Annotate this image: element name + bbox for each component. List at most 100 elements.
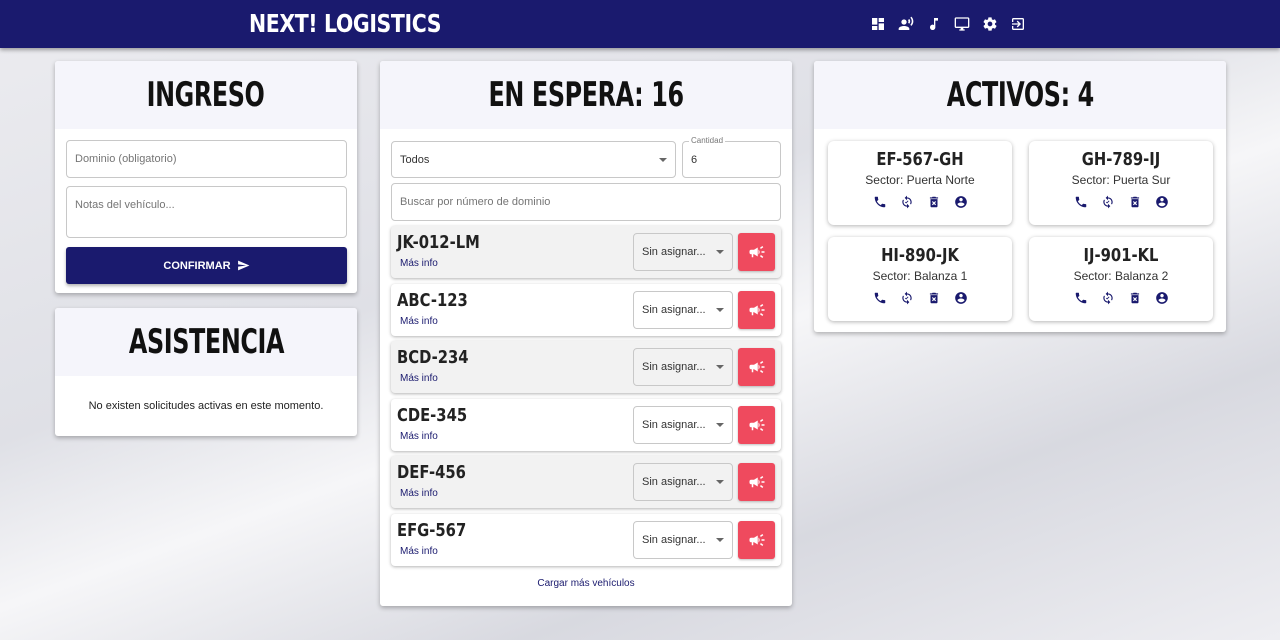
assign-select-value: Sin asignar... (642, 534, 706, 546)
call-vehicle-button[interactable] (738, 290, 775, 329)
assign-sector-select[interactable]: Sin asignar... (633, 405, 733, 444)
domain-input[interactable] (66, 140, 347, 178)
filter-select[interactable]: Todos (391, 141, 676, 178)
load-more-link[interactable]: Cargar más vehículos (380, 578, 792, 589)
asistencia-title: ASISTENCIA (128, 322, 284, 362)
vehicle-plate: BCD-234 (397, 347, 469, 369)
call-vehicle-button[interactable] (738, 521, 775, 559)
vehicle-notes-input[interactable] (66, 186, 347, 238)
account-icon[interactable] (953, 290, 969, 306)
active-vehicle-card: EF-567-GH Sector: Puerta Norte (828, 141, 1012, 225)
monitor-icon[interactable] (952, 14, 971, 34)
vehicle-plate: JK-012-LM (397, 232, 480, 253)
gear-icon[interactable] (980, 14, 999, 34)
active-vehicle-sector: Sector: Balanza 2 (1073, 269, 1169, 283)
more-info-link[interactable]: Más info (400, 373, 438, 384)
active-vehicle-sector: Sector: Puerta Norte (865, 173, 975, 187)
assign-sector-select[interactable]: Sin asignar... (633, 521, 733, 559)
reassign-icon[interactable] (899, 290, 915, 306)
more-info-link[interactable]: Más info (400, 316, 438, 327)
reassign-icon[interactable] (1100, 194, 1116, 210)
active-vehicle-actions (828, 194, 1012, 210)
assign-sector-select[interactable]: Sin asignar... (633, 348, 733, 387)
asistencia-card: ASISTENCIA No existen solicitudes activa… (55, 308, 357, 436)
vehicle-plate: DEF-456 (397, 462, 466, 484)
phone-icon[interactable] (1073, 290, 1089, 306)
assign-select-value: Sin asignar... (642, 418, 706, 431)
assign-select-value: Sin asignar... (642, 476, 706, 489)
active-vehicle-actions (1029, 290, 1213, 306)
assign-sector-select[interactable]: Sin asignar... (633, 233, 733, 271)
call-vehicle-button[interactable] (738, 233, 775, 271)
activos-header: ACTIVOS: 4 (814, 61, 1226, 129)
assign-sector-select[interactable]: Sin asignar... (633, 290, 733, 329)
phone-icon[interactable] (872, 290, 888, 306)
megaphone-icon (748, 301, 766, 319)
active-vehicle-card: GH-789-IJ Sector: Puerta Sur (1029, 141, 1213, 225)
call-vehicle-button[interactable] (738, 463, 775, 502)
active-vehicle-plate: IJ-901-KL (1083, 245, 1159, 266)
quantity-field[interactable]: 6 (682, 141, 781, 178)
trash-icon[interactable] (1127, 194, 1143, 210)
megaphone-icon (748, 243, 766, 261)
music-note-icon[interactable] (924, 14, 943, 34)
vehicle-plate: ABC-123 (397, 289, 468, 311)
nav-icons (868, 14, 1027, 34)
trash-icon[interactable] (926, 290, 942, 306)
chevron-down-icon (716, 365, 724, 370)
confirm-button[interactable]: CONFIRMAR (66, 247, 347, 284)
active-vehicle-sector: Sector: Puerta Sur (1071, 173, 1171, 187)
dashboard-icon[interactable] (868, 14, 887, 34)
active-vehicle-actions (828, 290, 1012, 306)
record-voice-icon[interactable] (896, 14, 915, 34)
chevron-down-icon (716, 307, 724, 312)
activos-title: ACTIVOS: 4 (946, 75, 1094, 115)
brand-logo[interactable]: NEXT! LOGISTICS (249, 6, 441, 42)
assign-sector-select[interactable]: Sin asignar... (633, 463, 733, 502)
account-icon[interactable] (953, 194, 969, 210)
phone-icon[interactable] (872, 194, 888, 210)
waiting-vehicle-row: DEF-456 Más info Sin asignar... (391, 456, 781, 509)
en-espera-title: EN ESPERA: 16 (488, 75, 684, 115)
waiting-vehicle-row: JK-012-LM Más info Sin asignar... (391, 226, 781, 278)
reassign-icon[interactable] (1100, 290, 1116, 306)
filter-select-value: Todos (400, 153, 430, 166)
confirm-label: CONFIRMAR (163, 259, 231, 272)
megaphone-icon (748, 358, 766, 376)
send-icon (237, 260, 250, 271)
account-icon[interactable] (1154, 194, 1170, 210)
chevron-down-icon (716, 480, 724, 485)
vehicle-plate: EFG-567 (397, 520, 467, 541)
megaphone-icon (748, 473, 766, 491)
active-vehicle-card: HI-890-JK Sector: Balanza 1 (828, 237, 1012, 321)
trash-icon[interactable] (1127, 290, 1143, 306)
trash-icon[interactable] (926, 194, 942, 210)
active-vehicle-plate: GH-789-IJ (1081, 149, 1161, 170)
active-vehicle-sector: Sector: Balanza 1 (872, 269, 968, 283)
empty-requests-message: No existen solicitudes activas en este m… (88, 400, 324, 412)
chevron-down-icon (716, 422, 724, 427)
active-vehicle-plate: EF-567-GH (876, 149, 964, 170)
logout-icon[interactable] (1008, 14, 1027, 34)
top-bar: NEXT! LOGISTICS (0, 0, 1280, 48)
en-espera-header: EN ESPERA: 16 (380, 61, 792, 129)
more-info-link[interactable]: Más info (400, 488, 438, 499)
account-icon[interactable] (1154, 290, 1170, 306)
call-vehicle-button[interactable] (738, 348, 775, 387)
assign-select-value: Sin asignar... (642, 361, 706, 374)
assign-select-value: Sin asignar... (642, 303, 706, 316)
reassign-icon[interactable] (899, 194, 915, 210)
call-vehicle-button[interactable] (738, 405, 775, 444)
more-info-link[interactable]: Más info (400, 546, 438, 557)
active-vehicle-actions (1029, 194, 1213, 210)
active-vehicle-plate: HI-890-JK (881, 245, 959, 266)
asistencia-header: ASISTENCIA (55, 308, 357, 376)
active-vehicle-card: IJ-901-KL Sector: Balanza 2 (1029, 237, 1213, 321)
ingreso-card: INGRESO CONFIRMAR (55, 61, 357, 293)
more-info-link[interactable]: Más info (400, 431, 438, 442)
waiting-vehicle-row: ABC-123 Más info Sin asignar... (391, 283, 781, 336)
phone-icon[interactable] (1073, 194, 1089, 210)
chevron-down-icon (716, 538, 724, 542)
search-domain-input[interactable] (391, 183, 781, 221)
more-info-link[interactable]: Más info (400, 258, 438, 269)
